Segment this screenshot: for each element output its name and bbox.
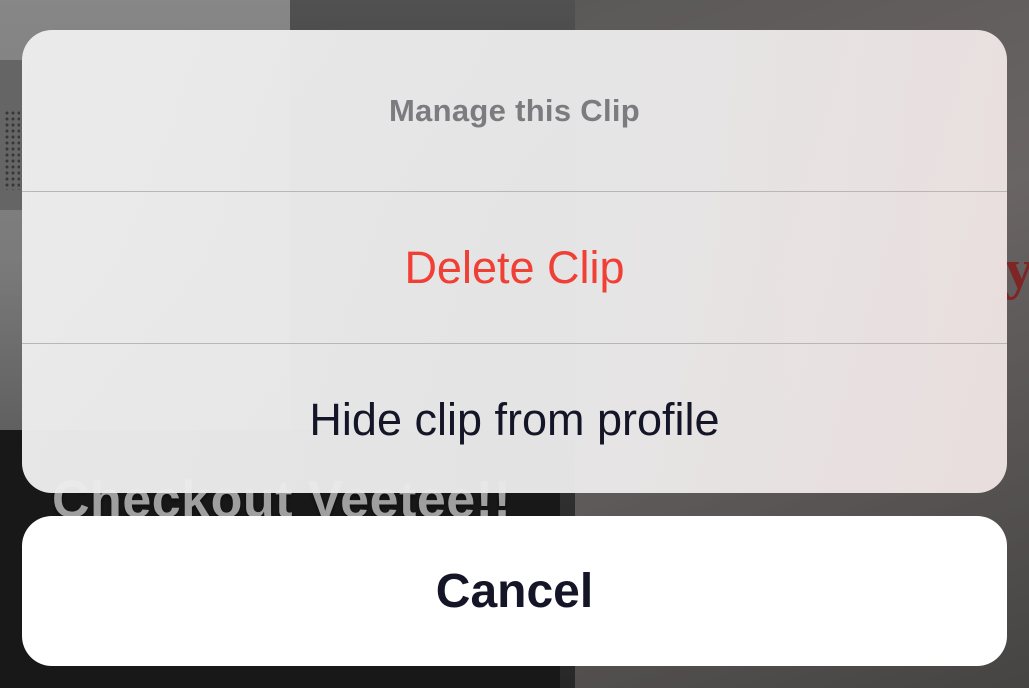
action-sheet-title: Manage this Clip — [388, 92, 641, 128]
hide-clip-button[interactable]: Hide clip from profile — [22, 344, 1007, 493]
delete-clip-button[interactable]: Delete Clip — [22, 192, 1007, 343]
cancel-button[interactable]: Cancel — [22, 516, 1007, 666]
action-sheet: Manage this Clip Delete Clip Hide clip f… — [22, 30, 1007, 493]
